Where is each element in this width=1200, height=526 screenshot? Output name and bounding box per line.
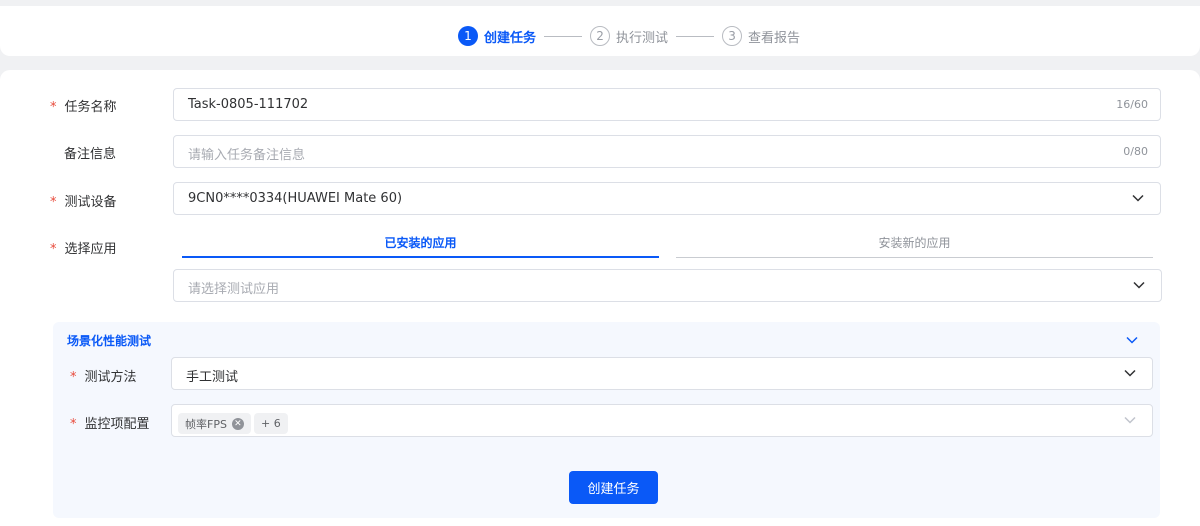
- app-label: * 选择应用: [50, 238, 117, 257]
- required-mark: *: [50, 100, 57, 115]
- create-task-button[interactable]: 创建任务: [569, 471, 658, 504]
- task-form-card: * 任务名称 Task-0805-111702 16/60 备注信息 请输入任务备…: [0, 70, 1200, 526]
- label-text: 选择应用: [64, 242, 117, 257]
- step-number: 1: [458, 26, 478, 46]
- step-create-task: 1 创建任务: [458, 26, 536, 46]
- char-count: 16/60: [1116, 98, 1148, 111]
- tag-label: 帧率FPS: [185, 417, 227, 431]
- tab-installed-apps[interactable]: 已安装的应用: [182, 234, 659, 258]
- step-label: 创建任务: [484, 30, 537, 46]
- test-method-select[interactable]: 手工测试: [171, 357, 1153, 390]
- method-label: * 测试方法: [70, 366, 137, 385]
- step-run-test: 2 执行测试: [590, 26, 668, 46]
- collapse-chevron-icon[interactable]: [1126, 336, 1138, 344]
- required-mark: *: [70, 417, 77, 432]
- task-name-input[interactable]: Task-0805-111702 16/60: [173, 88, 1161, 121]
- device-label: * 测试设备: [50, 191, 117, 210]
- more-tags-badge: + 6: [254, 413, 288, 434]
- chevron-down-icon: [1132, 194, 1144, 202]
- chevron-down-icon: [1124, 369, 1136, 377]
- stepper-bar: 1 创建任务 2 执行测试 3 查看报告: [0, 6, 1200, 56]
- tab-install-new-app[interactable]: 安装新的应用: [676, 234, 1153, 258]
- section-title: 场景化性能测试: [67, 334, 152, 348]
- label-text: 测试方法: [84, 370, 137, 385]
- required-mark: *: [50, 195, 57, 210]
- method-value: 手工测试: [186, 370, 239, 385]
- step-number: 3: [722, 26, 743, 46]
- char-count: 0/80: [1123, 145, 1148, 158]
- remark-placeholder: 请输入任务备注信息: [188, 148, 306, 163]
- step-number: 2: [590, 26, 611, 46]
- step-label: 查看报告: [748, 30, 801, 46]
- task-name-label: * 任务名称: [50, 96, 117, 115]
- close-icon[interactable]: ✕: [231, 417, 244, 430]
- monitor-items-select[interactable]: 帧率FPS ✕ + 6: [171, 404, 1153, 437]
- step-connector: [544, 35, 583, 37]
- app-select[interactable]: 请选择测试应用: [173, 269, 1162, 302]
- label-text: 测试设备: [64, 195, 117, 210]
- step-label: 执行测试: [616, 30, 669, 46]
- task-name-value: Task-0805-111702: [188, 97, 309, 112]
- steps: 1 创建任务 2 执行测试 3 查看报告: [458, 25, 800, 47]
- chevron-down-icon: [1124, 416, 1136, 424]
- remark-input[interactable]: 请输入任务备注信息 0/80: [173, 135, 1161, 168]
- monitor-tag: 帧率FPS ✕: [178, 413, 251, 434]
- monitor-label: * 监控项配置: [70, 413, 150, 432]
- required-mark: *: [70, 370, 77, 385]
- device-select[interactable]: 9CN0****0334(HUAWEI Mate 60): [173, 182, 1161, 215]
- label-text: 监控项配置: [84, 417, 150, 432]
- app-placeholder: 请选择测试应用: [188, 282, 280, 297]
- step-connector: [676, 35, 715, 37]
- step-view-report: 3 查看报告: [722, 26, 800, 46]
- device-value: 9CN0****0334(HUAWEI Mate 60): [188, 191, 403, 206]
- remark-label: 备注信息: [64, 147, 117, 162]
- label-text: 任务名称: [64, 100, 117, 115]
- required-mark: *: [50, 242, 57, 257]
- chevron-down-icon: [1133, 281, 1145, 289]
